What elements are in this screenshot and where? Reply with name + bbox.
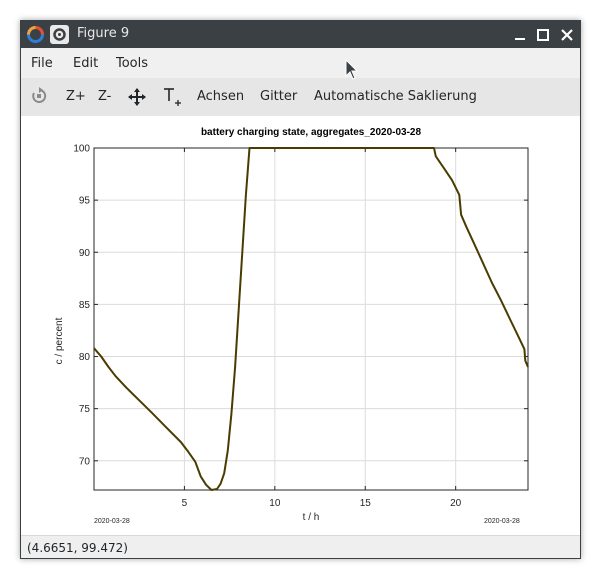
y-grid-lines bbox=[94, 147, 528, 462]
y-tick-label: 80 bbox=[79, 352, 91, 363]
pin-icon[interactable] bbox=[50, 25, 69, 44]
close-icon[interactable] bbox=[558, 26, 576, 44]
menu-edit[interactable]: Edit bbox=[73, 56, 98, 71]
text-insert-icon[interactable] bbox=[162, 86, 182, 108]
grid-button[interactable]: Gitter bbox=[260, 89, 297, 104]
status-bar: (4.6651, 99.472) bbox=[21, 535, 580, 558]
x-tick-label: 15 bbox=[360, 498, 372, 509]
figure-toolbar: Z+ Z- Achsen Gitter Automatische Saklier… bbox=[21, 78, 580, 116]
figure-window: Figure 9 File Edit Tools Z+ Z- Achsen Gi… bbox=[20, 20, 581, 559]
x-date-left: 2020-03-28 bbox=[94, 518, 130, 525]
line-chart[interactable]: 5 10 15 20 70 75 80 85 90 95 100 battery charging … bbox=[21, 116, 580, 535]
pan-icon[interactable] bbox=[128, 88, 146, 106]
rotate-icon[interactable] bbox=[30, 87, 48, 105]
plot-canvas[interactable]: 5 10 15 20 70 75 80 85 90 95 100 battery charging … bbox=[21, 116, 580, 535]
minimize-icon[interactable] bbox=[511, 26, 529, 44]
x-tick-label: 5 bbox=[182, 498, 188, 509]
series-layer bbox=[93, 147, 529, 491]
y-tick-label: 75 bbox=[79, 404, 91, 415]
axes-frame bbox=[93, 147, 529, 491]
window-title: Figure 9 bbox=[77, 26, 130, 41]
maximize-icon[interactable] bbox=[534, 26, 552, 44]
x-axis-label: t / h bbox=[303, 512, 320, 523]
menu-tools[interactable]: Tools bbox=[116, 56, 148, 71]
menu-bar: File Edit Tools bbox=[21, 48, 580, 78]
menu-file[interactable]: File bbox=[31, 56, 53, 71]
y-tick-label: 85 bbox=[79, 300, 91, 311]
y-tick-label: 100 bbox=[73, 144, 90, 155]
mouse-pointer-icon bbox=[345, 59, 359, 80]
y-tick-label: 70 bbox=[79, 456, 91, 467]
chart-title: battery charging state, aggregates_2020-… bbox=[201, 127, 422, 138]
zoom-in-button[interactable]: Z+ bbox=[66, 89, 86, 104]
x-date-right: 2020-03-28 bbox=[484, 518, 520, 525]
x-tick-label: 20 bbox=[450, 498, 462, 509]
autoscale-button[interactable]: Automatische Saklierung bbox=[314, 89, 477, 104]
series-line bbox=[93, 147, 529, 491]
octave-app-icon bbox=[27, 26, 44, 43]
y-tick-label: 90 bbox=[79, 248, 91, 259]
title-bar[interactable]: Figure 9 bbox=[21, 21, 580, 48]
x-tick-label: 10 bbox=[269, 498, 281, 509]
axes-button[interactable]: Achsen bbox=[197, 89, 244, 104]
y-tick-label: 95 bbox=[79, 196, 91, 207]
x-grid-lines bbox=[183, 148, 457, 490]
cursor-coordinates: (4.6651, 99.472) bbox=[27, 541, 128, 555]
y-axis-label: c / percent bbox=[54, 317, 65, 364]
zoom-out-button[interactable]: Z- bbox=[98, 89, 111, 104]
